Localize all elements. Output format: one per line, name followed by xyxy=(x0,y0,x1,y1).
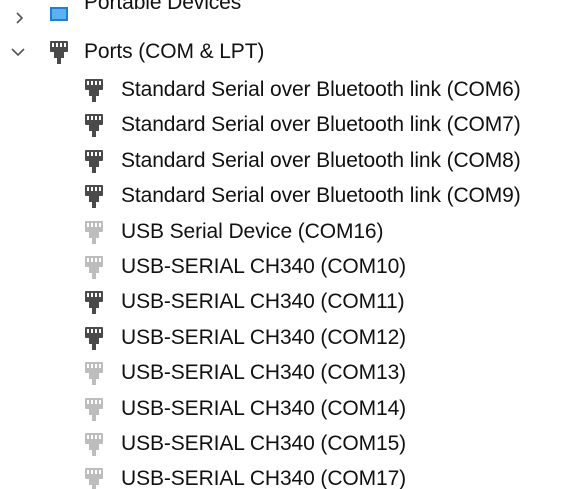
port-connector-icon xyxy=(83,112,105,138)
port-device-row[interactable]: USB-SERIAL CH340 (COM15) xyxy=(0,426,577,461)
port-device-label: USB Serial Device (COM16) xyxy=(121,220,384,243)
port-connector-icon xyxy=(83,77,105,103)
port-device-row[interactable]: USB-SERIAL CH340 (COM12) xyxy=(0,320,577,355)
port-connector-icon xyxy=(83,254,105,280)
chevron-right-icon[interactable] xyxy=(13,11,27,25)
port-device-row[interactable]: USB-SERIAL CH340 (COM10) xyxy=(0,249,577,284)
port-connector-icon xyxy=(48,39,70,65)
tree-node-label: Ports (COM & LPT) xyxy=(84,40,265,63)
port-device-label: Standard Serial over Bluetooth link (COM… xyxy=(121,78,521,101)
port-device-row[interactable]: Standard Serial over Bluetooth link (COM… xyxy=(0,72,577,107)
port-device-label: Standard Serial over Bluetooth link (COM… xyxy=(121,149,521,172)
port-device-label: USB-SERIAL CH340 (COM14) xyxy=(121,397,407,420)
port-device-row[interactable]: Standard Serial over Bluetooth link (COM… xyxy=(0,178,577,213)
port-device-row[interactable]: USB-SERIAL CH340 (COM11) xyxy=(0,284,577,319)
chevron-down-icon[interactable] xyxy=(11,45,25,59)
port-connector-icon xyxy=(83,360,105,386)
port-connector-icon xyxy=(83,219,105,245)
port-device-label: USB-SERIAL CH340 (COM11) xyxy=(121,290,405,313)
port-connector-icon xyxy=(83,183,105,209)
port-device-label: USB-SERIAL CH340 (COM12) xyxy=(121,326,407,349)
port-device-row[interactable]: Standard Serial over Bluetooth link (COM… xyxy=(0,143,577,178)
port-device-row[interactable]: USB-SERIAL CH340 (COM17) xyxy=(0,461,577,489)
port-connector-icon xyxy=(83,396,105,422)
port-device-row[interactable]: USB-SERIAL CH340 (COM14) xyxy=(0,391,577,426)
portable-device-icon xyxy=(48,5,70,31)
port-device-row[interactable]: USB-SERIAL CH340 (COM13) xyxy=(0,355,577,390)
port-connector-icon xyxy=(83,148,105,174)
port-device-label: Standard Serial over Bluetooth link (COM… xyxy=(121,113,521,136)
tree-node-portable-devices[interactable]: Portable Devices xyxy=(0,0,577,36)
port-device-label: USB-SERIAL CH340 (COM15) xyxy=(121,432,407,455)
tree-node-label: Portable Devices xyxy=(84,0,242,14)
port-device-row[interactable]: Standard Serial over Bluetooth link (COM… xyxy=(0,107,577,142)
port-device-label: USB-SERIAL CH340 (COM13) xyxy=(121,361,407,384)
port-device-row[interactable]: USB Serial Device (COM16) xyxy=(0,214,577,249)
tree-node-ports[interactable]: Ports (COM & LPT) xyxy=(0,34,577,69)
port-connector-icon xyxy=(83,466,105,489)
port-device-label: USB-SERIAL CH340 (COM17) xyxy=(121,467,407,489)
port-connector-icon xyxy=(83,431,105,457)
port-device-label: USB-SERIAL CH340 (COM10) xyxy=(121,255,407,278)
port-device-label: Standard Serial over Bluetooth link (COM… xyxy=(121,184,521,207)
port-connector-icon xyxy=(83,289,105,315)
port-connector-icon xyxy=(83,325,105,351)
device-tree: Portable Devices Ports (COM & LPT) Stand… xyxy=(0,0,577,489)
